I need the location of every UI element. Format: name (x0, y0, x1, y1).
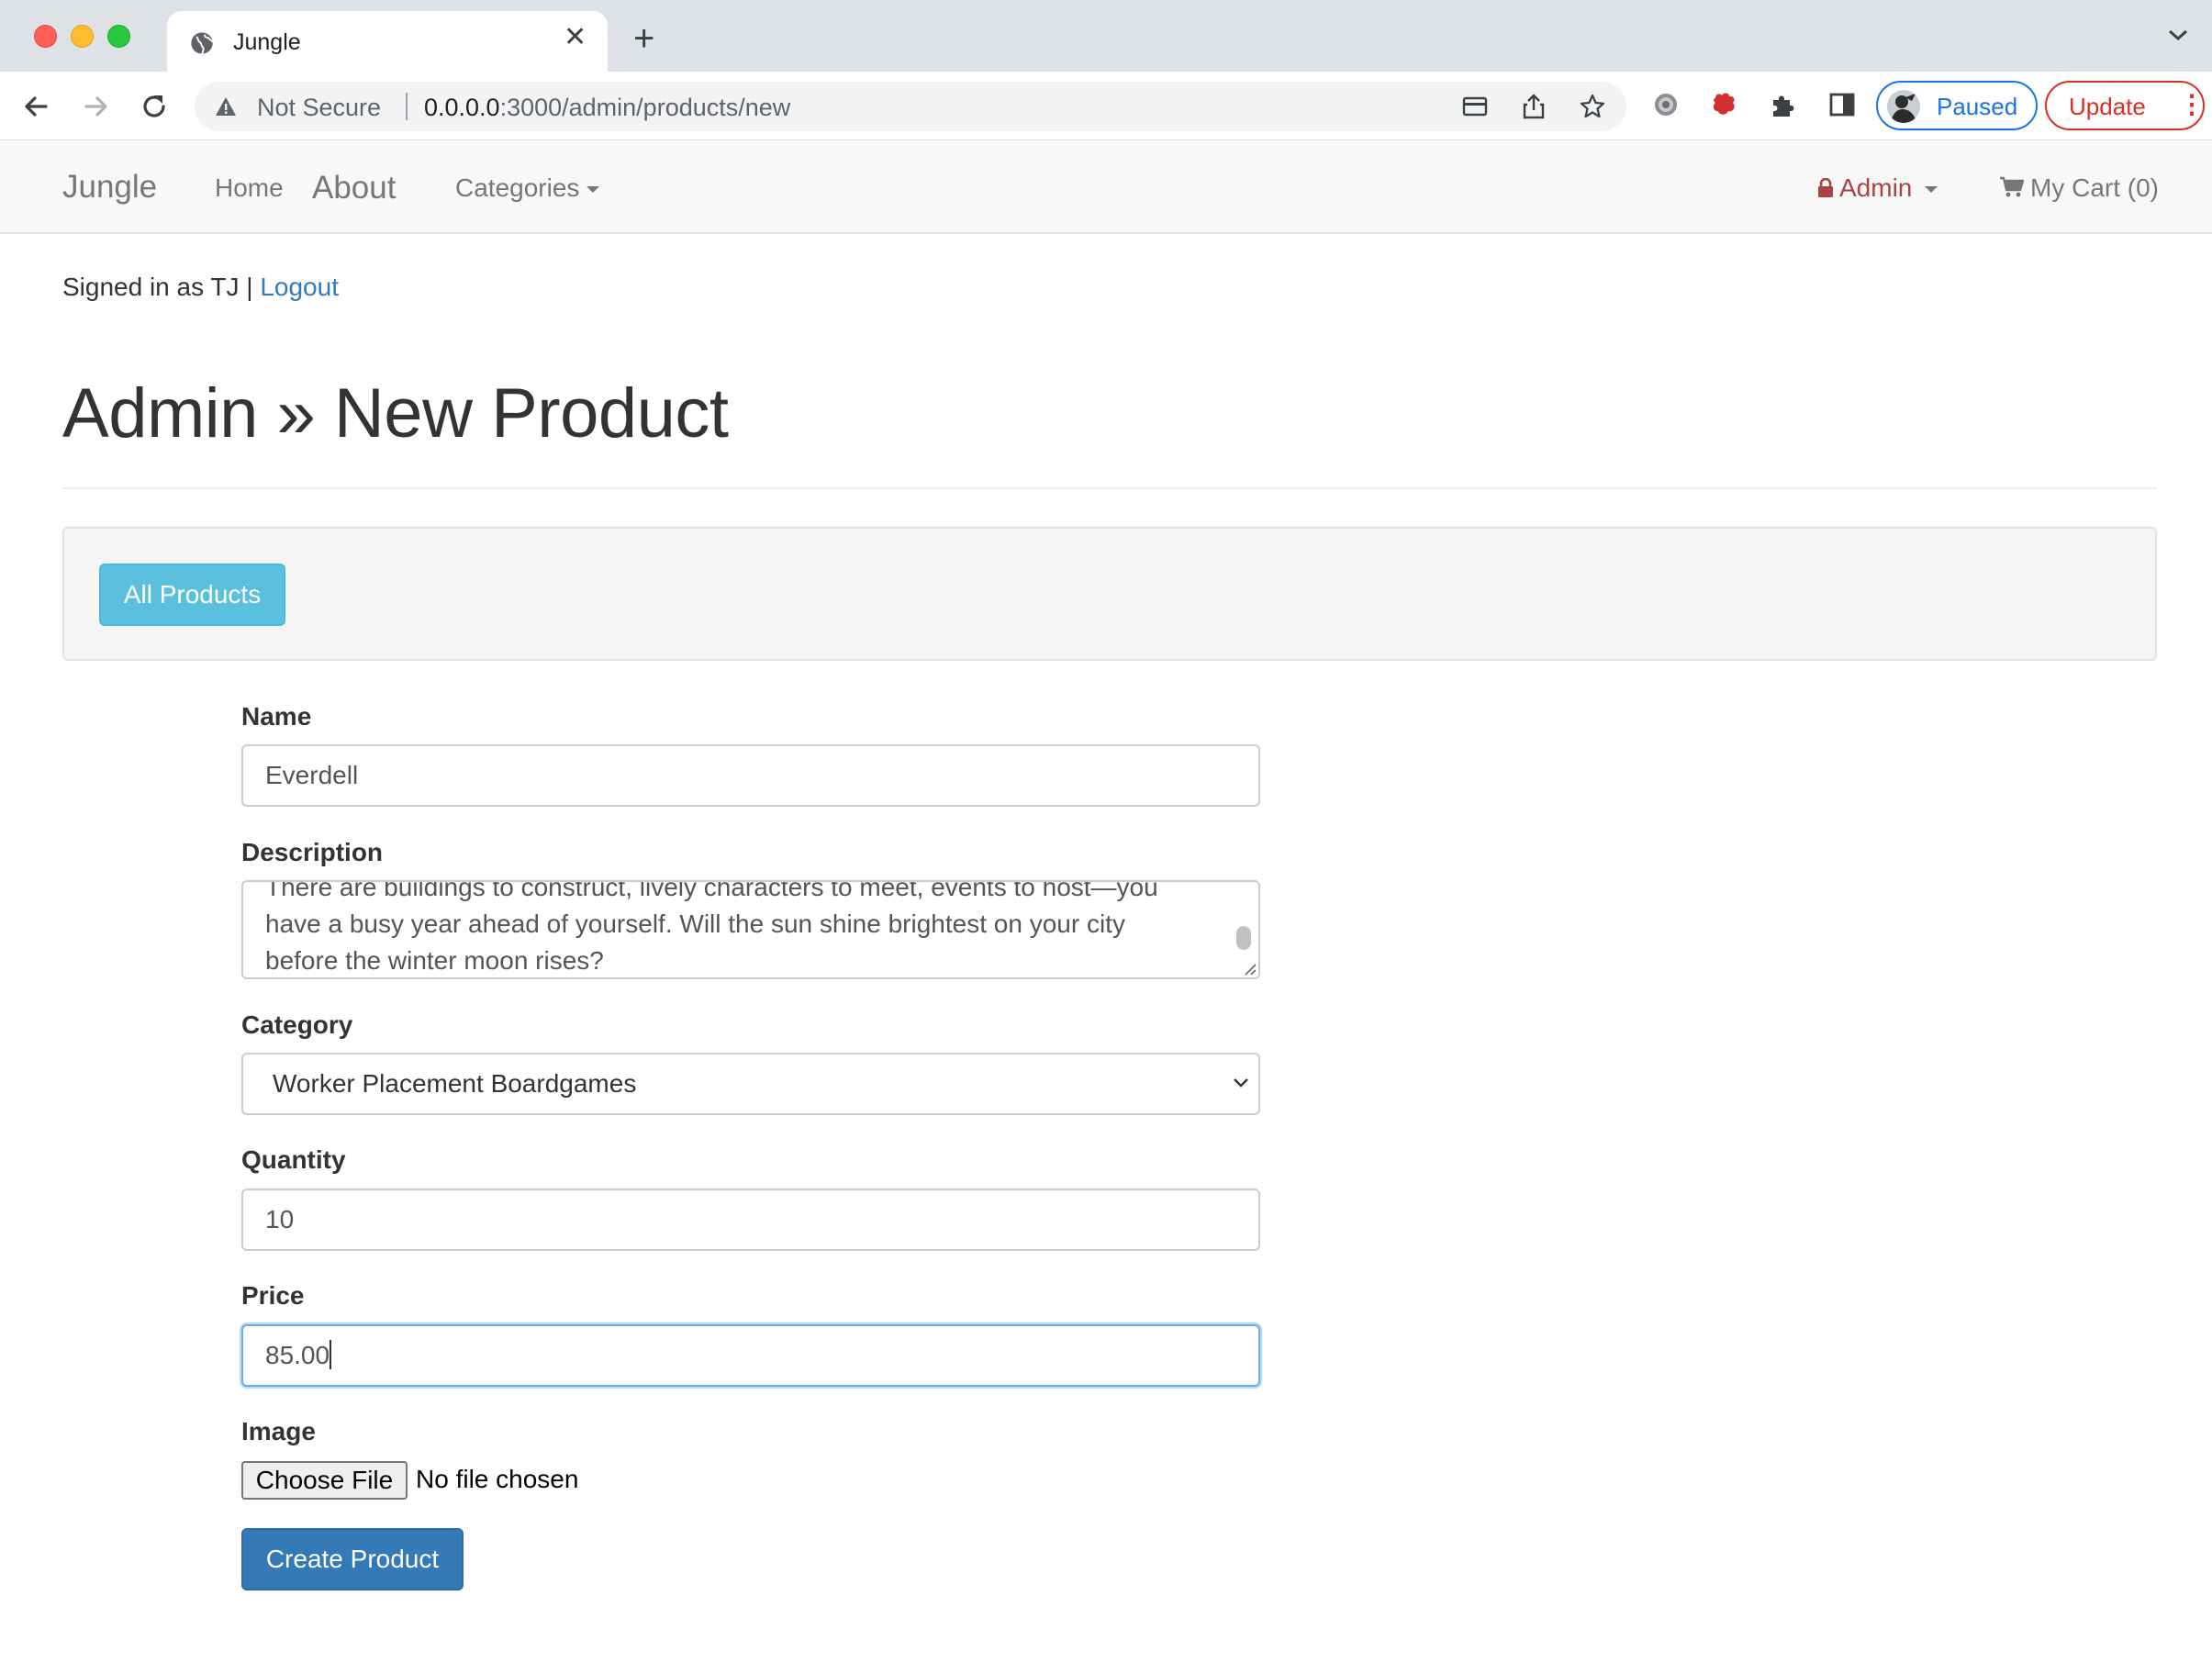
nav-cart-label: My Cart (0) (2030, 173, 2159, 202)
security-label[interactable]: Not Secure (257, 94, 381, 122)
profile-status-label: Paused (1937, 93, 2018, 120)
profile-paused-button[interactable]: Paused (1876, 81, 2038, 130)
site-navbar: Jungle Home About Categories Admin My Ca… (0, 141, 2212, 234)
name-label: Name (241, 702, 312, 731)
quantity-field[interactable]: 10 (241, 1189, 1260, 1251)
category-select[interactable]: Worker Placement Boardgames (241, 1053, 1260, 1115)
chevron-down-icon[interactable] (2166, 26, 2190, 44)
chevron-down-icon (1234, 1078, 1248, 1088)
side-panel-icon[interactable] (1827, 89, 1858, 120)
minimize-window-button[interactable] (71, 25, 94, 48)
brand-link[interactable]: Jungle (62, 169, 157, 206)
url-host: 0.0.0.0 (424, 94, 500, 121)
image-label: Image (241, 1417, 316, 1445)
session-info: Signed in as TJ | Logout (62, 273, 339, 302)
nav-about[interactable]: About (312, 170, 396, 206)
choose-file-button[interactable]: Choose File (241, 1461, 408, 1500)
nav-admin-label: Admin (1839, 173, 1913, 202)
extension-red-icon[interactable] (1709, 89, 1740, 120)
create-product-button[interactable]: Create Product (241, 1528, 464, 1590)
quantity-label: Quantity (241, 1145, 346, 1174)
zoom-window-button[interactable] (107, 25, 130, 48)
avatar (1887, 90, 1920, 123)
warning-icon (216, 97, 236, 116)
update-label: Update (2069, 93, 2146, 120)
reload-icon[interactable] (136, 88, 173, 125)
caret-down-icon (1925, 186, 1938, 194)
caret-down-icon (587, 186, 600, 194)
category-label: Category (241, 1010, 353, 1039)
forward-arrow-icon[interactable] (77, 88, 114, 125)
nav-categories-dropdown[interactable]: Categories (455, 173, 600, 203)
puzzle-extensions-icon[interactable] (1768, 89, 1799, 120)
close-window-button[interactable] (34, 25, 57, 48)
nav-cart-link[interactable]: My Cart (0) (1999, 173, 2159, 203)
new-tab-icon[interactable]: + (633, 20, 654, 57)
nav-home[interactable]: Home (215, 173, 284, 203)
price-field[interactable]: 85.00 (241, 1324, 1260, 1387)
tab-title: Jungle (233, 29, 301, 55)
textarea-scrollbar[interactable] (1236, 926, 1251, 950)
extension-gear-icon[interactable] (1650, 89, 1681, 120)
text-cursor (330, 1340, 332, 1369)
lock-icon (1818, 178, 1833, 197)
actions-well: All Products (62, 527, 2157, 661)
page-title: Admin » New Product (62, 374, 729, 452)
title-divider (62, 487, 2157, 489)
browser-toolbar: Not Secure 0.0.0.0:3000/admin/products/n… (0, 72, 2212, 140)
browser-tabstrip: Jungle ✕ + (0, 0, 2212, 72)
logout-link[interactable]: Logout (260, 273, 339, 301)
category-selected-value: Worker Placement Boardgames (273, 1069, 637, 1098)
update-button[interactable]: Update ⋮ (2045, 81, 2205, 130)
address-separator (406, 93, 408, 120)
tab-close-icon[interactable]: ✕ (564, 24, 587, 51)
share-icon[interactable] (1520, 93, 1547, 120)
back-arrow-icon[interactable] (18, 88, 55, 125)
description-textarea[interactable]: There are buildings to construct, lively… (241, 880, 1260, 979)
url-path: :3000/admin/products/new (499, 94, 791, 121)
address-bar[interactable]: Not Secure 0.0.0.0:3000/admin/products/n… (195, 82, 1626, 131)
resize-grip-icon[interactable] (1242, 961, 1257, 976)
description-text: There are buildings to construct, lively… (265, 880, 1158, 975)
signed-in-text: Signed in as TJ | (62, 273, 261, 301)
avatar-silhouette-icon (1891, 94, 1916, 123)
nav-categories-label: Categories (455, 173, 580, 202)
price-label: Price (241, 1281, 305, 1310)
description-label: Description (241, 838, 384, 866)
card-icon[interactable] (1461, 93, 1489, 120)
more-vertical-icon[interactable]: ⋮ (2179, 92, 2205, 117)
shopping-cart-icon (2000, 176, 2025, 197)
price-value: 85.00 (265, 1341, 330, 1369)
bookmark-star-icon[interactable] (1579, 93, 1606, 120)
name-field[interactable]: Everdell (241, 744, 1260, 807)
browser-tab[interactable]: Jungle ✕ (167, 11, 608, 72)
nav-admin-dropdown[interactable]: Admin (1817, 173, 1938, 203)
all-products-button[interactable]: All Products (99, 564, 285, 626)
file-status: No file chosen (416, 1465, 579, 1493)
url-text[interactable]: 0.0.0.0:3000/admin/products/new (424, 94, 790, 122)
globe-icon (191, 32, 214, 55)
